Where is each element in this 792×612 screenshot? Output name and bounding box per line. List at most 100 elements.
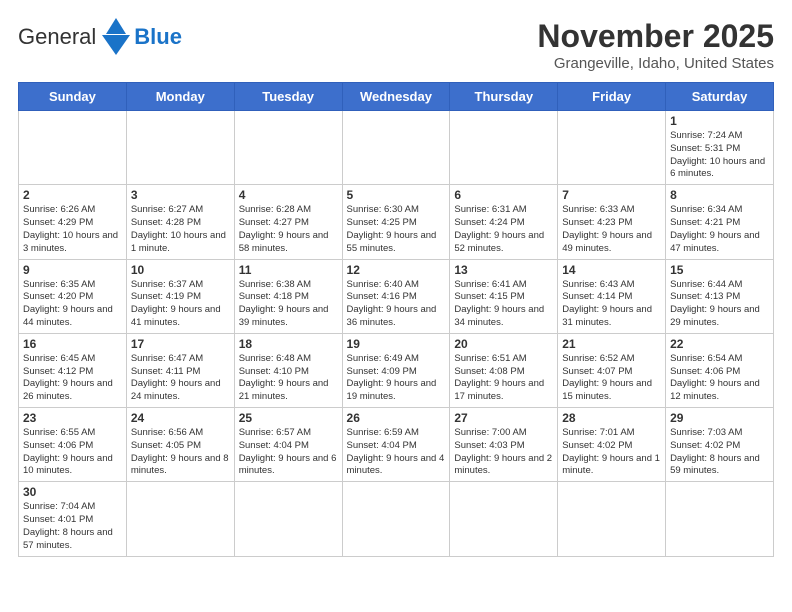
calendar-cell: 21Sunrise: 6:52 AM Sunset: 4:07 PM Dayli… (558, 333, 666, 407)
day-number: 7 (562, 188, 661, 202)
day-number: 10 (131, 263, 230, 277)
header-thursday: Thursday (450, 83, 558, 111)
calendar-cell: 25 Sunrise: 6:57 AM Sunset: 4:04 PM Dayli… (234, 408, 342, 482)
calendar-cell: 30 Sunrise: 7:04 AM Sunset: 4:01 PM Dayli… (19, 482, 127, 556)
header-sunday: Sunday (19, 83, 127, 111)
logo: General Blue (18, 18, 182, 55)
day-number: 17 (131, 337, 230, 351)
header-saturday: Saturday (666, 83, 774, 111)
calendar-cell: 18 Sunrise: 6:48 AM Sunset: 4:10 PM Dayli… (234, 333, 342, 407)
day-info: Sunrise: 6:37 AM Sunset: 4:19 PM Dayligh… (131, 279, 230, 330)
calendar-cell (666, 482, 774, 556)
calendar-week-row-1: 1 Sunrise: 7:24 AM Sunset: 5:31 PM Daylig… (19, 111, 774, 185)
day-number: 4 (239, 188, 338, 202)
logo-text-general: General (18, 24, 96, 50)
calendar-cell: 23 Sunrise: 6:55 AM Sunset: 4:06 PM Dayli… (19, 408, 127, 482)
calendar-cell (342, 111, 450, 185)
day-info: Sunrise: 6:55 AM Sunset: 4:06 PM Dayligh… (23, 427, 122, 478)
day-info: Sunrise: 6:31 AM Sunset: 4:24 PM Dayligh… (454, 204, 553, 255)
day-info: Sunrise: 6:38 AM Sunset: 4:18 PM Dayligh… (239, 279, 338, 330)
day-info: Sunrise: 6:48 AM Sunset: 4:10 PM Dayligh… (239, 353, 338, 404)
day-number: 19 (347, 337, 446, 351)
calendar-cell: 12 Sunrise: 6:40 AM Sunset: 4:16 PM Dayli… (342, 259, 450, 333)
day-number: 12 (347, 263, 446, 277)
day-info: Sunrise: 7:04 AM Sunset: 4:01 PM Dayligh… (23, 501, 122, 552)
calendar-cell (558, 482, 666, 556)
header-area: General Blue November 2025 Grangeville, … (18, 18, 774, 72)
day-info: Sunrise: 6:49 AM Sunset: 4:09 PM Dayligh… (347, 353, 446, 404)
day-number: 26 (347, 411, 446, 425)
day-info: Sunrise: 6:30 AM Sunset: 4:25 PM Dayligh… (347, 204, 446, 255)
calendar-cell: 20 Sunrise: 6:51 AM Sunset: 4:08 PM Dayli… (450, 333, 558, 407)
day-info: Sunrise: 7:03 AM Sunset: 4:02 PM Dayligh… (670, 427, 769, 478)
day-number: 18 (239, 337, 338, 351)
day-number: 8 (670, 188, 769, 202)
calendar-cell (558, 111, 666, 185)
calendar-cell: 15Sunrise: 6:44 AM Sunset: 4:13 PM Dayli… (666, 259, 774, 333)
calendar-cell: 8Sunrise: 6:34 AM Sunset: 4:21 PM Daylig… (666, 185, 774, 259)
calendar-week-row-2: 2 Sunrise: 6:26 AM Sunset: 4:29 PM Daylig… (19, 185, 774, 259)
day-number: 2 (23, 188, 122, 202)
calendar-cell: 27Sunrise: 7:00 AM Sunset: 4:03 PM Dayli… (450, 408, 558, 482)
day-info: Sunrise: 6:52 AM Sunset: 4:07 PM Dayligh… (562, 353, 661, 404)
logo-triangle-bottom (102, 35, 130, 55)
day-info: Sunrise: 6:51 AM Sunset: 4:08 PM Dayligh… (454, 353, 553, 404)
day-number: 30 (23, 485, 122, 499)
calendar-cell: 4 Sunrise: 6:28 AM Sunset: 4:27 PM Daylig… (234, 185, 342, 259)
day-info: Sunrise: 6:33 AM Sunset: 4:23 PM Dayligh… (562, 204, 661, 255)
day-info: Sunrise: 6:26 AM Sunset: 4:29 PM Dayligh… (23, 204, 122, 255)
calendar-cell: 9Sunrise: 6:35 AM Sunset: 4:20 PM Daylig… (19, 259, 127, 333)
calendar-cell: 17 Sunrise: 6:47 AM Sunset: 4:11 PM Dayli… (126, 333, 234, 407)
calendar-cell: 22Sunrise: 6:54 AM Sunset: 4:06 PM Dayli… (666, 333, 774, 407)
calendar-week-row-3: 9Sunrise: 6:35 AM Sunset: 4:20 PM Daylig… (19, 259, 774, 333)
day-info: Sunrise: 6:28 AM Sunset: 4:27 PM Dayligh… (239, 204, 338, 255)
calendar-cell (19, 111, 127, 185)
day-info: Sunrise: 6:40 AM Sunset: 4:16 PM Dayligh… (347, 279, 446, 330)
header-tuesday: Tuesday (234, 83, 342, 111)
calendar-cell: 3Sunrise: 6:27 AM Sunset: 4:28 PM Daylig… (126, 185, 234, 259)
calendar-cell: 6 Sunrise: 6:31 AM Sunset: 4:24 PM Daylig… (450, 185, 558, 259)
calendar-header-row: Sunday Monday Tuesday Wednesday Thursday… (19, 83, 774, 111)
header-monday: Monday (126, 83, 234, 111)
day-number: 5 (347, 188, 446, 202)
calendar-cell: 28Sunrise: 7:01 AM Sunset: 4:02 PM Dayli… (558, 408, 666, 482)
day-number: 25 (239, 411, 338, 425)
day-number: 29 (670, 411, 769, 425)
day-number: 23 (23, 411, 122, 425)
day-number: 14 (562, 263, 661, 277)
day-number: 11 (239, 263, 338, 277)
day-info: Sunrise: 6:45 AM Sunset: 4:12 PM Dayligh… (23, 353, 122, 404)
header-friday: Friday (558, 83, 666, 111)
day-info: Sunrise: 6:54 AM Sunset: 4:06 PM Dayligh… (670, 353, 769, 404)
calendar-cell: 14Sunrise: 6:43 AM Sunset: 4:14 PM Dayli… (558, 259, 666, 333)
title-area: November 2025 Grangeville, Idaho, United… (537, 18, 774, 72)
day-info: Sunrise: 6:57 AM Sunset: 4:04 PM Dayligh… (239, 427, 338, 478)
page: General Blue November 2025 Grangeville, … (0, 0, 792, 612)
day-number: 3 (131, 188, 230, 202)
calendar-cell (450, 111, 558, 185)
calendar-cell: 1 Sunrise: 7:24 AM Sunset: 5:31 PM Daylig… (666, 111, 774, 185)
day-number: 20 (454, 337, 553, 351)
logo-area: General Blue (18, 18, 182, 55)
calendar-week-row-5: 23 Sunrise: 6:55 AM Sunset: 4:06 PM Dayli… (19, 408, 774, 482)
logo-text-blue: Blue (134, 24, 182, 50)
calendar-cell: 24Sunrise: 6:56 AM Sunset: 4:05 PM Dayli… (126, 408, 234, 482)
day-info: Sunrise: 7:24 AM Sunset: 5:31 PM Dayligh… (670, 130, 769, 181)
day-number: 28 (562, 411, 661, 425)
day-number: 1 (670, 114, 769, 128)
day-number: 6 (454, 188, 553, 202)
day-number: 13 (454, 263, 553, 277)
header-wednesday: Wednesday (342, 83, 450, 111)
calendar-week-row-6: 30 Sunrise: 7:04 AM Sunset: 4:01 PM Dayli… (19, 482, 774, 556)
day-info: Sunrise: 6:35 AM Sunset: 4:20 PM Dayligh… (23, 279, 122, 330)
main-title: November 2025 (537, 18, 774, 55)
calendar-cell (234, 111, 342, 185)
calendar-cell (342, 482, 450, 556)
calendar-cell (450, 482, 558, 556)
calendar: Sunday Monday Tuesday Wednesday Thursday… (18, 82, 774, 557)
day-info: Sunrise: 6:47 AM Sunset: 4:11 PM Dayligh… (131, 353, 230, 404)
calendar-cell: 19 Sunrise: 6:49 AM Sunset: 4:09 PM Dayli… (342, 333, 450, 407)
logo-triangle-top (106, 18, 126, 34)
day-number: 24 (131, 411, 230, 425)
day-info: Sunrise: 6:44 AM Sunset: 4:13 PM Dayligh… (670, 279, 769, 330)
